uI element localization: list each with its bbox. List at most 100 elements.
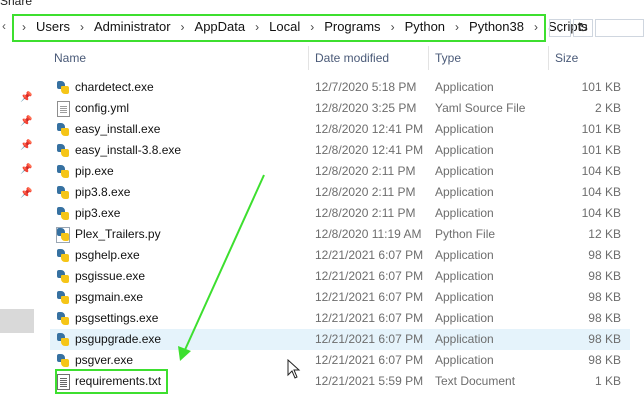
python-exe-icon	[56, 143, 70, 158]
file-date: 12/21/2021 6:07 PM	[315, 290, 424, 304]
breadcrumb: › Users › Administrator › AppData › Loca…	[22, 19, 588, 34]
file-date: 12/21/2021 6:07 PM	[315, 332, 424, 346]
pin-icon[interactable]: 📌	[20, 164, 32, 175]
crumb-programs[interactable]: Programs	[324, 19, 380, 34]
file-row-pip3-exe[interactable]: pip3.exe 12/8/2020 2:11 PM Application 104 …	[50, 203, 630, 224]
python-exe-icon	[56, 248, 70, 263]
file-row-psgissue-exe[interactable]: psgissue.exe 12/21/2021 6:07 PM Applicatio…	[50, 266, 630, 287]
column-divider[interactable]	[428, 46, 429, 70]
file-date: 12/8/2020 2:11 PM	[315, 185, 416, 199]
file-date: 12/21/2021 6:07 PM	[315, 353, 424, 367]
file-date: 12/21/2021 5:59 PM	[315, 374, 424, 388]
file-size: 101 KB	[581, 122, 621, 136]
file-name: psgver.exe	[75, 353, 134, 367]
address-controls: ⌄ ↻	[549, 18, 644, 38]
file-date: 12/7/2020 5:18 PM	[315, 80, 417, 94]
chevron-right-icon[interactable]: ›	[255, 20, 259, 34]
file-row-pip-exe[interactable]: pip.exe 12/8/2020 2:11 PM Application 104 K…	[50, 161, 630, 182]
file-row-chardetect-exe[interactable]: chardetect.exe 12/7/2020 5:18 PM Applicati…	[50, 77, 630, 98]
python-exe-icon	[56, 80, 70, 95]
file-name: config.yml	[75, 101, 130, 115]
file-row-psghelp-exe[interactable]: psghelp.exe 12/21/2021 6:07 PM Application…	[50, 245, 630, 266]
chevron-right-icon[interactable]: ›	[310, 20, 314, 34]
file-row-psgver-exe[interactable]: psgver.exe 12/21/2021 6:07 PM Application 9…	[50, 350, 630, 371]
file-type: Text Document	[435, 374, 516, 388]
file-type: Application	[435, 353, 494, 367]
chevron-right-icon[interactable]: ›	[455, 20, 459, 34]
file-date: 12/21/2021 6:07 PM	[315, 248, 424, 262]
file-date: 12/21/2021 6:07 PM	[315, 269, 424, 283]
pin-icon[interactable]: 📌	[20, 188, 32, 199]
file-size: 98 KB	[588, 332, 621, 346]
file-size: 104 KB	[581, 164, 621, 178]
file-row-easy-install-exe[interactable]: easy_install.exe 12/8/2020 12:41 PM Applic…	[50, 119, 630, 140]
crumb-local[interactable]: Local	[269, 19, 300, 34]
file-date: 12/8/2020 12:41 PM	[315, 143, 424, 157]
chevron-left-icon[interactable]: ‹	[2, 19, 6, 33]
file-row-psgsettings-exe[interactable]: psgsettings.exe 12/21/2021 6:07 PM Applica…	[50, 308, 630, 329]
file-type: Application	[435, 311, 494, 325]
file-type: Python File	[435, 227, 496, 241]
nav-selected-item[interactable]	[0, 309, 34, 333]
file-row-easy-install-3-8-exe[interactable]: easy_install-3.8.exe 12/8/2020 12:41 PM Ap…	[50, 140, 630, 161]
address-bar[interactable]: ‹ › Users › Administrator › AppData › Lo…	[0, 14, 644, 42]
share-menu[interactable]: Share	[0, 0, 32, 8]
file-type: Application	[435, 143, 494, 157]
column-header-name[interactable]: Name	[54, 46, 86, 70]
search-input[interactable]	[595, 19, 644, 37]
chevron-down-icon[interactable]: ⌄	[549, 19, 571, 37]
chevron-right-icon[interactable]: ›	[80, 20, 84, 34]
file-name: chardetect.exe	[75, 80, 154, 94]
crumb-python38[interactable]: Python38	[469, 19, 524, 34]
file-name: psgupgrade.exe	[75, 332, 162, 346]
file-name: psgissue.exe	[75, 269, 146, 283]
mouse-cursor-icon	[287, 359, 301, 379]
pin-icon[interactable]: 📌	[20, 116, 32, 127]
column-header-type[interactable]: Type	[435, 46, 461, 70]
pin-icon[interactable]: 📌	[20, 92, 32, 103]
pin-icon[interactable]: 📌	[20, 140, 32, 151]
crumb-administrator[interactable]: Administrator	[94, 19, 171, 34]
file-name: pip3.8.exe	[75, 185, 131, 199]
column-divider[interactable]	[308, 46, 309, 70]
file-size: 101 KB	[581, 143, 621, 157]
python-exe-icon	[56, 185, 70, 200]
file-row-config-yml[interactable]: config.yml 12/8/2020 3:25 PM Yaml Source F…	[50, 98, 630, 119]
crumb-appdata[interactable]: AppData	[195, 19, 246, 34]
python-exe-icon	[56, 164, 70, 179]
python-exe-icon	[56, 311, 70, 326]
file-size: 98 KB	[588, 248, 621, 262]
file-size: 98 KB	[588, 290, 621, 304]
column-header-date[interactable]: Date modified	[315, 46, 389, 70]
crumb-python[interactable]: Python	[405, 19, 445, 34]
file-name: psghelp.exe	[75, 248, 140, 262]
file-name: pip3.exe	[75, 206, 121, 220]
chevron-right-icon[interactable]: ›	[391, 20, 395, 34]
file-type: Application	[435, 248, 494, 262]
python-exe-icon	[56, 269, 70, 284]
file-name: psgsettings.exe	[75, 311, 159, 325]
file-size: 104 KB	[581, 206, 621, 220]
file-row-psgupgrade-exe[interactable]: psgupgrade.exe 12/21/2021 6:07 PM Applicat…	[50, 329, 630, 350]
chevron-right-icon[interactable]: ›	[534, 20, 538, 34]
chevron-right-icon[interactable]: ›	[22, 20, 26, 34]
file-row-pip3-8-exe[interactable]: pip3.8.exe 12/8/2020 2:11 PM Application 10…	[50, 182, 630, 203]
column-divider[interactable]	[548, 46, 549, 70]
python-exe-icon	[56, 332, 70, 347]
file-size: 98 KB	[588, 311, 621, 325]
file-size: 12 KB	[588, 227, 621, 241]
file-name: pip.exe	[75, 164, 114, 178]
refresh-icon[interactable]: ↻	[573, 19, 593, 37]
file-row-plex-trailers-py[interactable]: Plex_Trailers.py 12/8/2020 11:19 AM Python…	[50, 224, 630, 245]
crumb-users[interactable]: Users	[36, 19, 70, 34]
file-type: Application	[435, 80, 494, 94]
file-row-psgmain-exe[interactable]: psgmain.exe 12/21/2021 6:07 PM Application…	[50, 287, 630, 308]
file-date: 12/8/2020 3:25 PM	[315, 101, 417, 115]
file-type: Application	[435, 164, 494, 178]
file-name: psgmain.exe	[75, 290, 144, 304]
python-exe-icon	[56, 122, 70, 137]
chevron-right-icon[interactable]: ›	[181, 20, 185, 34]
python-exe-icon	[56, 206, 70, 221]
file-date: 12/8/2020 11:19 AM	[315, 227, 422, 241]
column-header-size[interactable]: Size	[555, 46, 578, 70]
